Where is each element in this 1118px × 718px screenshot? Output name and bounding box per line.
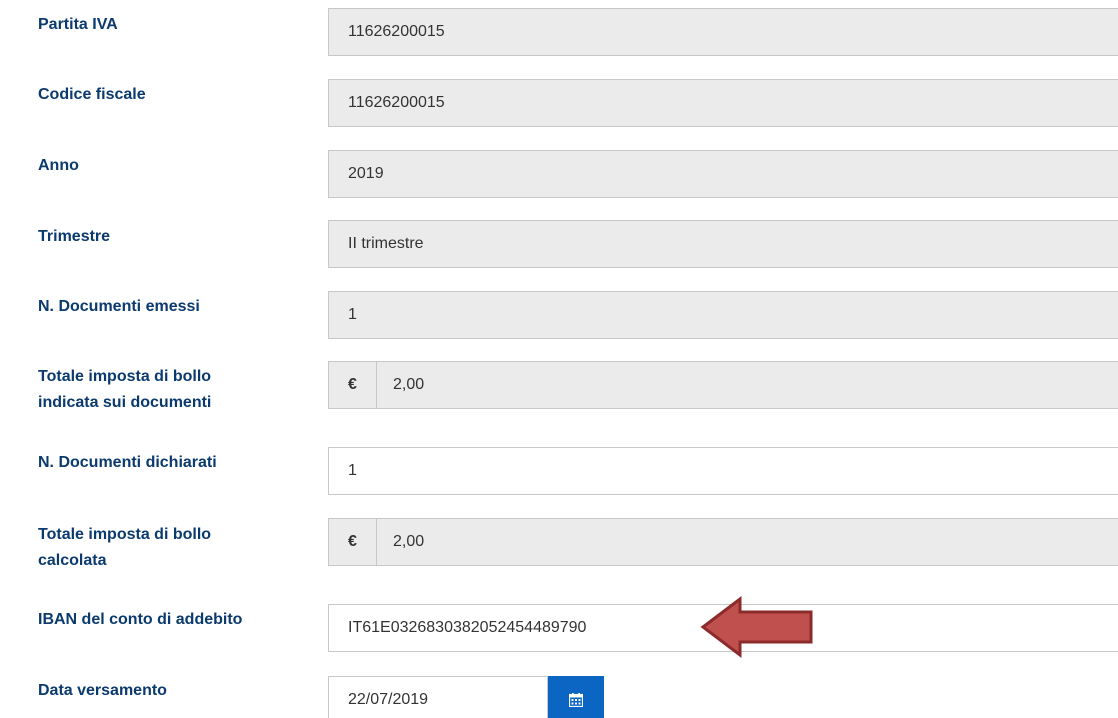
calendar-icon bbox=[569, 693, 583, 707]
partita-iva-value: 11626200015 bbox=[348, 23, 445, 40]
documenti-emessi-field: 1 bbox=[328, 291, 1118, 339]
red-arrow-left-icon bbox=[700, 596, 813, 658]
totale-bollo-indicata-label-line2: indicata sui documenti bbox=[38, 394, 212, 411]
anno-field: 2019 bbox=[328, 150, 1118, 198]
data-versamento-label: Data versamento bbox=[38, 682, 167, 699]
iban-label: IBAN del conto di addebito bbox=[38, 611, 243, 628]
documenti-emessi-label: N. Documenti emessi bbox=[38, 298, 200, 315]
totale-bollo-indicata-label-line1: Totale imposta di bollo bbox=[38, 368, 212, 385]
totale-bollo-calcolata-label-line1: Totale imposta di bollo bbox=[38, 526, 212, 543]
partita-iva-field: 11626200015 bbox=[328, 8, 1118, 56]
declaration-form: Partita IVA 11626200015 Codice fiscale 1… bbox=[0, 0, 1118, 718]
codice-fiscale-label: Codice fiscale bbox=[38, 86, 146, 103]
trimestre-value: II trimestre bbox=[348, 235, 424, 252]
totale-bollo-indicata-field: € 2,00 bbox=[328, 361, 1118, 409]
partita-iva-label: Partita IVA bbox=[38, 16, 118, 33]
totale-bollo-calcolata-label: Totale imposta di bollo calcolata bbox=[38, 522, 211, 574]
data-versamento-value: 22/07/2019 bbox=[348, 691, 429, 708]
codice-fiscale-value: 11626200015 bbox=[348, 94, 445, 111]
anno-value: 2019 bbox=[348, 165, 384, 182]
documenti-emessi-value: 1 bbox=[348, 306, 357, 323]
calendar-button[interactable] bbox=[548, 676, 604, 718]
documenti-dichiarati-value: 1 bbox=[348, 462, 357, 479]
data-versamento-input[interactable]: 22/07/2019 bbox=[328, 676, 548, 718]
documenti-dichiarati-label: N. Documenti dichiarati bbox=[38, 454, 217, 471]
trimestre-label: Trimestre bbox=[38, 228, 111, 245]
totale-bollo-indicata-value: 2,00 bbox=[393, 376, 425, 393]
euro-addon: € bbox=[329, 519, 377, 565]
trimestre-field: II trimestre bbox=[328, 220, 1118, 268]
totale-bollo-calcolata-field: € 2,00 bbox=[328, 518, 1118, 566]
totale-bollo-calcolata-label-line2: calcolata bbox=[38, 552, 107, 569]
codice-fiscale-field: 11626200015 bbox=[328, 79, 1118, 127]
totale-bollo-calcolata-value: 2,00 bbox=[393, 533, 425, 550]
documenti-dichiarati-input[interactable]: 1 bbox=[328, 447, 1118, 495]
euro-addon: € bbox=[329, 362, 377, 408]
totale-bollo-indicata-label: Totale imposta di bollo indicata sui doc… bbox=[38, 364, 211, 416]
iban-value: IT61E0326830382052454489790 bbox=[348, 619, 587, 636]
anno-label: Anno bbox=[38, 157, 79, 174]
